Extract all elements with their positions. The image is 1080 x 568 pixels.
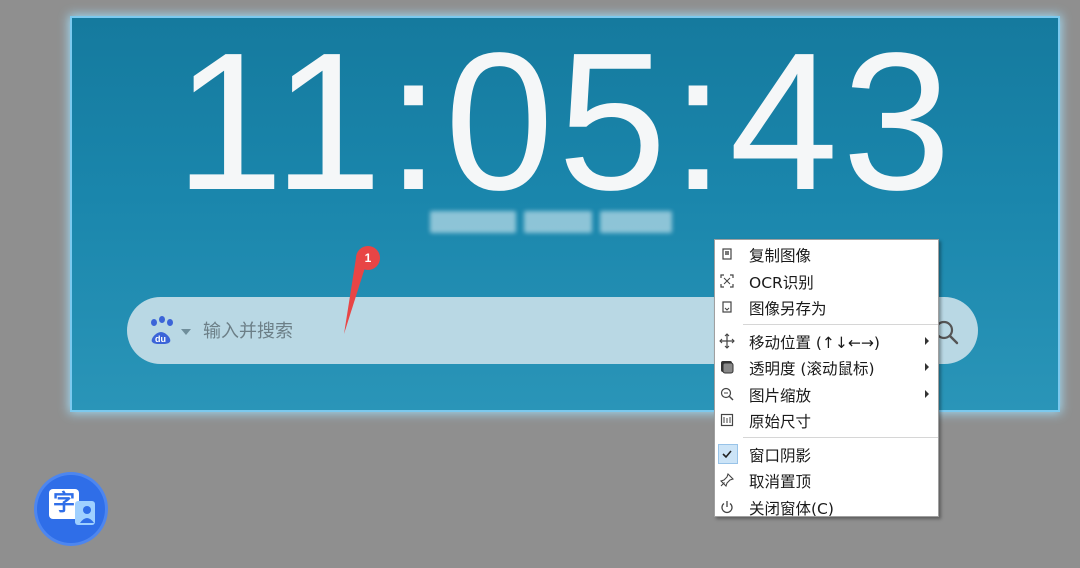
menu-item-label: 图像另存为 <box>749 300 827 318</box>
menu-item-ocr[interactable]: OCR识别 <box>715 268 938 295</box>
menu-item-label: 取消置顶 <box>749 473 812 491</box>
paw-dot <box>159 316 165 323</box>
unpin-icon <box>718 471 736 489</box>
svg-text:du: du <box>155 334 166 344</box>
zoom-icon <box>718 385 736 403</box>
menu-item-label: 图片缩放 <box>749 386 812 405</box>
menu-separator <box>743 323 938 325</box>
menu-item-unpin[interactable]: 取消置顶 <box>715 467 938 494</box>
engine-dropdown-caret-icon[interactable] <box>181 329 191 335</box>
menu-item-label: OCR识别 <box>749 273 814 292</box>
opacity-icon <box>718 358 736 376</box>
menu-item-window-shadow[interactable]: 窗口阴影 <box>715 441 938 468</box>
menu-item-move-position[interactable]: 移动位置 (↑↓←→) <box>715 328 938 355</box>
power-icon <box>718 498 736 516</box>
translate-app-icon[interactable]: 字 <box>37 475 105 543</box>
menu-item-label: 复制图像 <box>749 247 812 265</box>
menu-item-original-size[interactable]: 原始尺寸 <box>715 407 938 434</box>
menu-item-label: 移动位置 (↑↓←→) <box>749 333 880 352</box>
menu-item-opacity[interactable]: 透明度 (滚动鼠标) <box>715 354 938 381</box>
blurred-block <box>524 211 592 233</box>
annotation-marker-number: 1 <box>364 251 372 265</box>
menu-item-label: 关闭窗体(C) <box>749 499 834 518</box>
submenu-arrow-icon <box>925 389 929 398</box>
person-card-icon <box>75 501 95 525</box>
blurred-date <box>430 211 672 233</box>
menu-item-save-image-as[interactable]: 图像另存为 <box>715 294 938 321</box>
menu-item-close-window[interactable]: 关闭窗体(C) <box>715 494 938 521</box>
ocr-scan-icon <box>718 272 736 290</box>
menu-separator <box>743 436 938 438</box>
paw-body: du <box>151 332 171 344</box>
context-menu: 复制图像 OCR识别 图像另存为 移动位置 (↑↓←→) 透明度 (滚动鼠标) … <box>714 239 939 518</box>
submenu-arrow-icon <box>925 363 929 371</box>
check-icon <box>718 445 736 463</box>
blurred-block <box>600 211 672 233</box>
blurred-block <box>430 211 516 233</box>
original-size-icon <box>718 411 736 429</box>
menu-item-copy-image[interactable]: 复制图像 <box>715 241 938 268</box>
baidu-paw-icon[interactable]: du <box>149 316 177 344</box>
menu-item-image-zoom[interactable]: 图片缩放 <box>715 381 938 408</box>
copy-image-icon <box>718 245 736 263</box>
save-image-icon <box>718 298 736 316</box>
move-icon <box>718 332 736 350</box>
menu-item-label: 透明度 (滚动鼠标) <box>749 360 875 378</box>
menu-item-label: 窗口阴影 <box>749 446 812 465</box>
clock-time: 11:05:43 <box>174 18 956 231</box>
menu-item-label: 原始尺寸 <box>749 413 812 431</box>
submenu-arrow-icon <box>925 336 929 345</box>
